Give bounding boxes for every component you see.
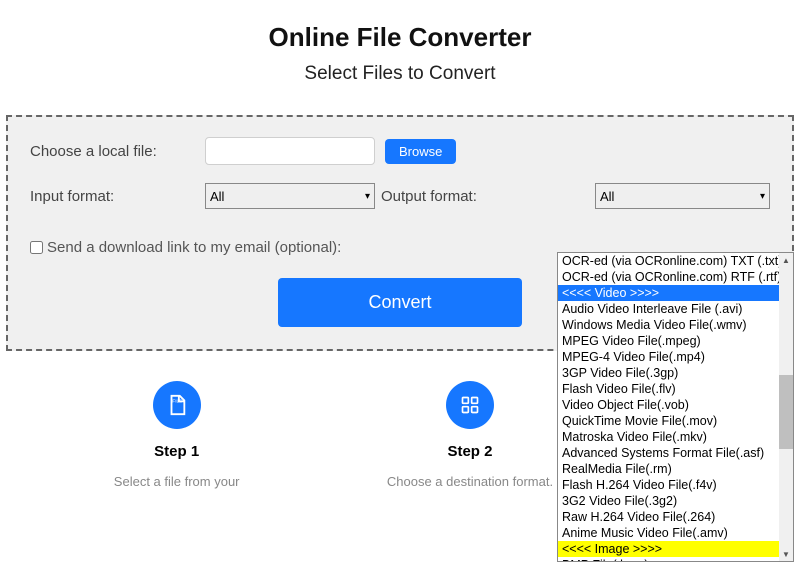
dropdown-option[interactable]: <<<< Image >>>>	[558, 541, 779, 557]
file-icon: FILE	[153, 381, 201, 429]
dropdown-option[interactable]: Anime Music Video File(.amv)	[558, 525, 779, 541]
scroll-thumb[interactable]	[779, 375, 793, 449]
step-2-desc: Choose a destination format.	[370, 474, 570, 489]
scroll-down-icon[interactable]: ▼	[779, 547, 793, 561]
chevron-down-icon: ▾	[365, 191, 370, 202]
dropdown-option[interactable]: RealMedia File(.rm)	[558, 461, 779, 477]
output-format-label: Output format:	[381, 188, 556, 205]
dropdown-option[interactable]: Raw H.264 Video File(.264)	[558, 509, 779, 525]
dropdown-option[interactable]: Audio Video Interleave File (.avi)	[558, 301, 779, 317]
svg-text:FILE: FILE	[172, 398, 182, 403]
dropdown-option[interactable]: 3GP Video File(.3gp)	[558, 365, 779, 381]
output-format-select[interactable]: All ▾	[595, 183, 770, 209]
output-format-value: All	[600, 189, 614, 204]
dropdown-option[interactable]: OCR-ed (via OCRonline.com) TXT (.txt)	[558, 253, 779, 269]
dropdown-option[interactable]: OCR-ed (via OCRonline.com) RTF (.rtf)	[558, 269, 779, 285]
page-subtitle: Select Files to Convert	[0, 63, 800, 85]
dropdown-scrollbar[interactable]: ▲ ▼	[779, 253, 793, 561]
scroll-up-icon[interactable]: ▲	[779, 253, 793, 267]
browse-button[interactable]: Browse	[385, 139, 456, 164]
dropdown-list: OCR-ed (via OCRonline.com) TXT (.txt)OCR…	[558, 253, 779, 562]
step-2-title: Step 2	[370, 443, 570, 460]
input-format-value: All	[210, 189, 224, 204]
dropdown-option[interactable]: MPEG Video File(.mpeg)	[558, 333, 779, 349]
step-1-title: Step 1	[77, 443, 277, 460]
dropdown-option[interactable]: Video Object File(.vob)	[558, 397, 779, 413]
page-title: Online File Converter	[0, 22, 800, 53]
output-format-dropdown[interactable]: OCR-ed (via OCRonline.com) TXT (.txt)OCR…	[557, 252, 794, 562]
file-input[interactable]	[205, 137, 375, 165]
step-2: Step 2 Choose a destination format.	[370, 381, 570, 489]
step-1-desc: Select a file from your	[77, 474, 277, 489]
dropdown-option[interactable]: Flash H.264 Video File(.f4v)	[558, 477, 779, 493]
input-format-select[interactable]: All ▾	[205, 183, 375, 209]
grid-icon	[446, 381, 494, 429]
dropdown-option[interactable]: Advanced Systems Format File(.asf)	[558, 445, 779, 461]
format-row: Input format: All ▾ Output format: All ▾	[30, 183, 770, 209]
dropdown-option[interactable]: Matroska Video File(.mkv)	[558, 429, 779, 445]
input-format-label: Input format:	[30, 188, 205, 205]
dropdown-option[interactable]: Windows Media Video File(.wmv)	[558, 317, 779, 333]
dropdown-option[interactable]: <<<< Video >>>>	[558, 285, 779, 301]
dropdown-option[interactable]: MPEG-4 Video File(.mp4)	[558, 349, 779, 365]
dropdown-option[interactable]: 3G2 Video File(.3g2)	[558, 493, 779, 509]
chevron-down-icon: ▾	[760, 191, 765, 202]
choose-file-label: Choose a local file:	[30, 143, 205, 160]
dropdown-option[interactable]: Flash Video File(.flv)	[558, 381, 779, 397]
email-checkbox-label: Send a download link to my email (option…	[47, 239, 341, 256]
choose-file-row: Choose a local file: Browse	[30, 137, 770, 165]
email-checkbox[interactable]	[30, 241, 43, 254]
convert-button[interactable]: Convert	[278, 278, 521, 327]
step-1: FILE Step 1 Select a file from your	[77, 381, 277, 489]
dropdown-option[interactable]: QuickTime Movie File(.mov)	[558, 413, 779, 429]
